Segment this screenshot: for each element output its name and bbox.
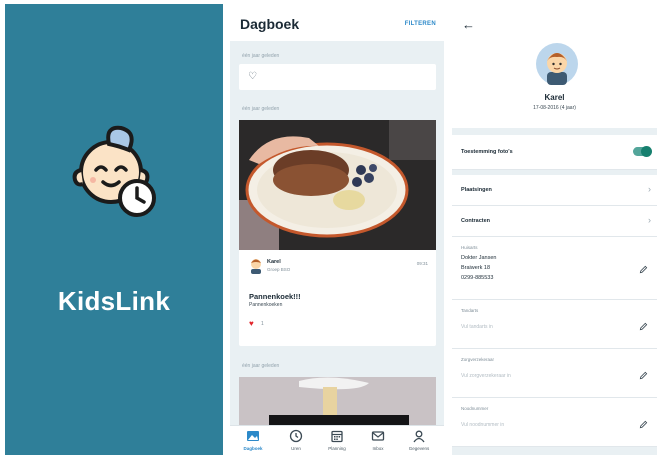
child-name: Karel xyxy=(544,93,565,102)
post-author: Karel xyxy=(267,259,281,265)
entry-date: één jaar geleden xyxy=(242,53,280,59)
pencil-icon[interactable] xyxy=(639,420,648,429)
field-value: Braiwerk 18 xyxy=(461,265,491,271)
photo-consent-label: Toestemming foto's xyxy=(461,149,513,155)
link-contracten[interactable]: Contracten › xyxy=(452,206,657,237)
field-huisarts[interactable]: Huisarts Dokter Jansen Braiwerk 18 0299-… xyxy=(452,237,657,300)
field-label: Tandarts xyxy=(461,308,479,313)
page-title: Dagboek xyxy=(240,16,300,32)
photo-consent-toggle[interactable] xyxy=(633,146,652,157)
post-title: Pannenkoek!!! xyxy=(249,292,301,301)
tab-label: Uren xyxy=(291,446,301,451)
post-description: Pannenkoeken xyxy=(249,302,283,308)
diary-post-card[interactable]: Karel Groep BSO 09:31 Pannenkoek!!! Pann… xyxy=(239,120,436,346)
pencil-icon[interactable] xyxy=(639,322,648,331)
field-label: Huisarts xyxy=(461,245,478,250)
app-name: KidsLink xyxy=(57,286,171,316)
envelope-icon xyxy=(371,431,385,441)
diary-header: Dagboek FILTEREN xyxy=(230,7,444,41)
tab-uren[interactable]: Uren xyxy=(279,429,313,451)
diary-screen: Dagboek FILTEREN één jaar geleden ♡ één … xyxy=(230,7,444,455)
tab-planning[interactable]: Planning xyxy=(320,429,354,451)
splash-screen: KidsLink xyxy=(5,4,223,455)
heart-filled-icon[interactable]: ♥ xyxy=(249,319,254,328)
back-arrow-icon[interactable]: ← xyxy=(462,17,475,32)
calendar-icon xyxy=(331,430,343,443)
tab-label: Dagboek xyxy=(243,446,263,451)
filter-button[interactable]: FILTEREN xyxy=(405,21,436,27)
chevron-right-icon: › xyxy=(648,215,651,225)
field-tandarts[interactable]: Tandarts Vul tandarts in xyxy=(452,300,657,349)
chevron-right-icon: › xyxy=(648,184,651,194)
entry-date: één jaar geleden xyxy=(242,106,280,112)
field-placeholder: Vul tandarts in xyxy=(461,324,493,330)
baby-clock-icon xyxy=(72,125,156,217)
entry-date: één jaar geleden xyxy=(242,363,280,369)
pencil-icon[interactable] xyxy=(639,265,648,274)
tab-label: Inbox xyxy=(372,446,384,451)
photo-icon xyxy=(247,431,259,441)
diary-card[interactable]: ♡ xyxy=(239,64,436,90)
field-label: Zorgverzekeraar xyxy=(461,357,495,362)
tab-inbox[interactable]: Inbox xyxy=(361,429,395,451)
pencil-icon[interactable] xyxy=(639,371,648,380)
pancake-photo xyxy=(239,120,436,250)
profile-screen: ← Karel 17-08-2016 (4 jaar) Toestemming … xyxy=(452,7,657,455)
tab-label: Gegevens xyxy=(408,446,430,451)
field-placeholder: Vul zorgverzekeraar in xyxy=(461,373,511,379)
avatar xyxy=(251,259,261,274)
photo-consent-row: Toestemming foto's xyxy=(452,135,657,170)
person-icon xyxy=(413,430,425,443)
link-label: Plaatsingen xyxy=(461,187,492,193)
field-placeholder: Vul noodnummer in xyxy=(461,422,505,428)
clock-icon xyxy=(289,429,303,443)
field-label: Noodnummer xyxy=(461,406,489,411)
field-noodnummer[interactable]: Noodnummer Vul noodnummer in xyxy=(452,398,657,447)
heart-outline-icon[interactable]: ♡ xyxy=(248,71,257,82)
post-group: Groep BSO xyxy=(267,267,291,272)
link-label: Contracten xyxy=(461,218,491,224)
field-value: Dokter Jansen xyxy=(461,255,497,261)
tab-dagboek[interactable]: Dagboek xyxy=(236,429,270,451)
post-time: 09:31 xyxy=(416,261,428,266)
bottom-tab-bar: Dagboek Uren Planning Inbox Gegevens xyxy=(230,425,444,455)
avatar xyxy=(536,43,578,85)
profile-header: ← Karel 17-08-2016 (4 jaar) xyxy=(452,7,657,128)
tab-gegevens[interactable]: Gegevens xyxy=(402,429,436,451)
like-count: 1 xyxy=(261,321,264,327)
field-value: 0299-885533 xyxy=(461,275,494,281)
child-birthdate: 17-08-2016 (4 jaar) xyxy=(533,105,576,111)
link-plaatsingen[interactable]: Plaatsingen › xyxy=(452,175,657,206)
tab-label: Planning xyxy=(328,446,346,451)
field-zorgverzekeraar[interactable]: Zorgverzekeraar Vul zorgverzekeraar in xyxy=(452,349,657,398)
post-photo[interactable] xyxy=(239,120,436,250)
